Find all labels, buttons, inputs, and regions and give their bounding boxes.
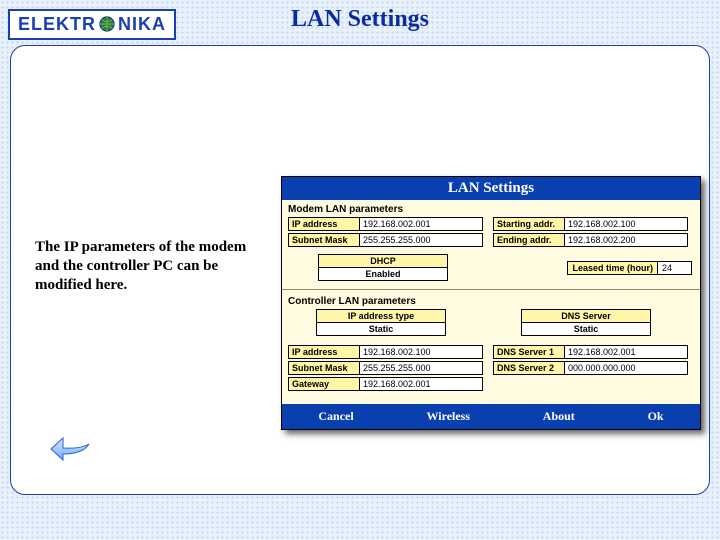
cancel-button[interactable]: Cancel — [318, 409, 353, 424]
description-text: The IP parameters of the modem and the c… — [35, 238, 267, 294]
iptype-block[interactable]: IP address type Static — [316, 309, 446, 336]
button-bar: Cancel Wireless About Ok — [282, 404, 700, 429]
modem-section-heading: Modem LAN parameters — [282, 200, 700, 217]
header: ELEKTR NIKA LAN Settings — [0, 0, 720, 42]
modem-start-value[interactable]: 192.168.002.100 — [565, 217, 688, 231]
ctrl-mask: Subnet Mask 255.255.255.000 — [288, 361, 483, 375]
logo-text-right: NIKA — [118, 14, 166, 35]
ctrl-dns1-value[interactable]: 192.168.002.001 — [565, 345, 688, 359]
ctrl-gw: Gateway 192.168.002.001 — [288, 377, 483, 391]
ctrl-ip-label: IP address — [288, 345, 360, 359]
window-title: LAN Settings — [282, 177, 700, 200]
dnssrv-block[interactable]: DNS Server Static — [521, 309, 651, 336]
ctrl-dns1-label: DNS Server 1 — [493, 345, 565, 359]
modem-start-label: Starting addr. — [493, 217, 565, 231]
ctrl-mask-value[interactable]: 255.255.255.000 — [360, 361, 483, 375]
dhcp-row: DHCP Enabled Leased time (hour) 24 — [282, 250, 700, 287]
logo-text-left: ELEKTR — [18, 14, 96, 35]
dnssrv-label: DNS Server — [522, 310, 650, 323]
ctrl-ip-value[interactable]: 192.168.002.100 — [360, 345, 483, 359]
dhcp-value: Enabled — [319, 268, 447, 280]
dhcp-block[interactable]: DHCP Enabled — [318, 254, 448, 281]
leased-label: Leased time (hour) — [567, 261, 658, 275]
divider — [282, 289, 700, 290]
dnssrv-value: Static — [522, 323, 650, 335]
ctrl-mask-label: Subnet Mask — [288, 361, 360, 375]
ctrl-dns1: DNS Server 1 192.168.002.001 — [493, 345, 688, 359]
modem-mask-value[interactable]: 255.255.255.000 — [360, 233, 483, 247]
modem-row1: IP address 192.168.002.001 Subnet Mask 2… — [282, 217, 700, 250]
modem-ip: IP address 192.168.002.001 — [288, 217, 483, 231]
modem-mask: Subnet Mask 255.255.255.000 — [288, 233, 483, 247]
modem-start: Starting addr. 192.168.002.100 — [493, 217, 688, 231]
modem-end-value[interactable]: 192.168.002.200 — [565, 233, 688, 247]
ok-button[interactable]: Ok — [648, 409, 664, 424]
logo: ELEKTR NIKA — [8, 9, 176, 40]
ctrl-ip: IP address 192.168.002.100 — [288, 345, 483, 359]
iptype-value: Static — [317, 323, 445, 335]
ctrl-gw-value[interactable]: 192.168.002.001 — [360, 377, 483, 391]
modem-ip-label: IP address — [288, 217, 360, 231]
controller-values-row: IP address 192.168.002.100 Subnet Mask 2… — [282, 339, 700, 394]
wireless-button[interactable]: Wireless — [426, 409, 470, 424]
ctrl-dns2-label: DNS Server 2 — [493, 361, 565, 375]
dhcp-label: DHCP — [319, 255, 447, 268]
controller-type-row: IP address type Static DNS Server Static — [282, 309, 700, 339]
back-arrow-icon[interactable] — [49, 436, 93, 466]
iptype-label: IP address type — [317, 310, 445, 323]
ctrl-dns2-value[interactable]: 000.000.000.000 — [565, 361, 688, 375]
lan-settings-window: LAN Settings Modem LAN parameters IP add… — [281, 176, 701, 430]
leased-time: Leased time (hour) 24 — [567, 261, 692, 275]
modem-mask-label: Subnet Mask — [288, 233, 360, 247]
modem-ip-value[interactable]: 192.168.002.001 — [360, 217, 483, 231]
about-button[interactable]: About — [543, 409, 575, 424]
ctrl-gw-label: Gateway — [288, 377, 360, 391]
leased-value[interactable]: 24 — [658, 261, 692, 275]
modem-end-label: Ending addr. — [493, 233, 565, 247]
ctrl-dns2: DNS Server 2 000.000.000.000 — [493, 361, 688, 375]
globe-icon — [98, 15, 116, 33]
modem-end: Ending addr. 192.168.002.200 — [493, 233, 688, 247]
slide-stage: ELEKTR NIKA LAN Settings The IP paramete… — [0, 0, 720, 540]
controller-section-heading: Controller LAN parameters — [282, 292, 700, 309]
page-title: LAN Settings — [291, 6, 429, 33]
content-panel: The IP parameters of the modem and the c… — [10, 45, 710, 495]
